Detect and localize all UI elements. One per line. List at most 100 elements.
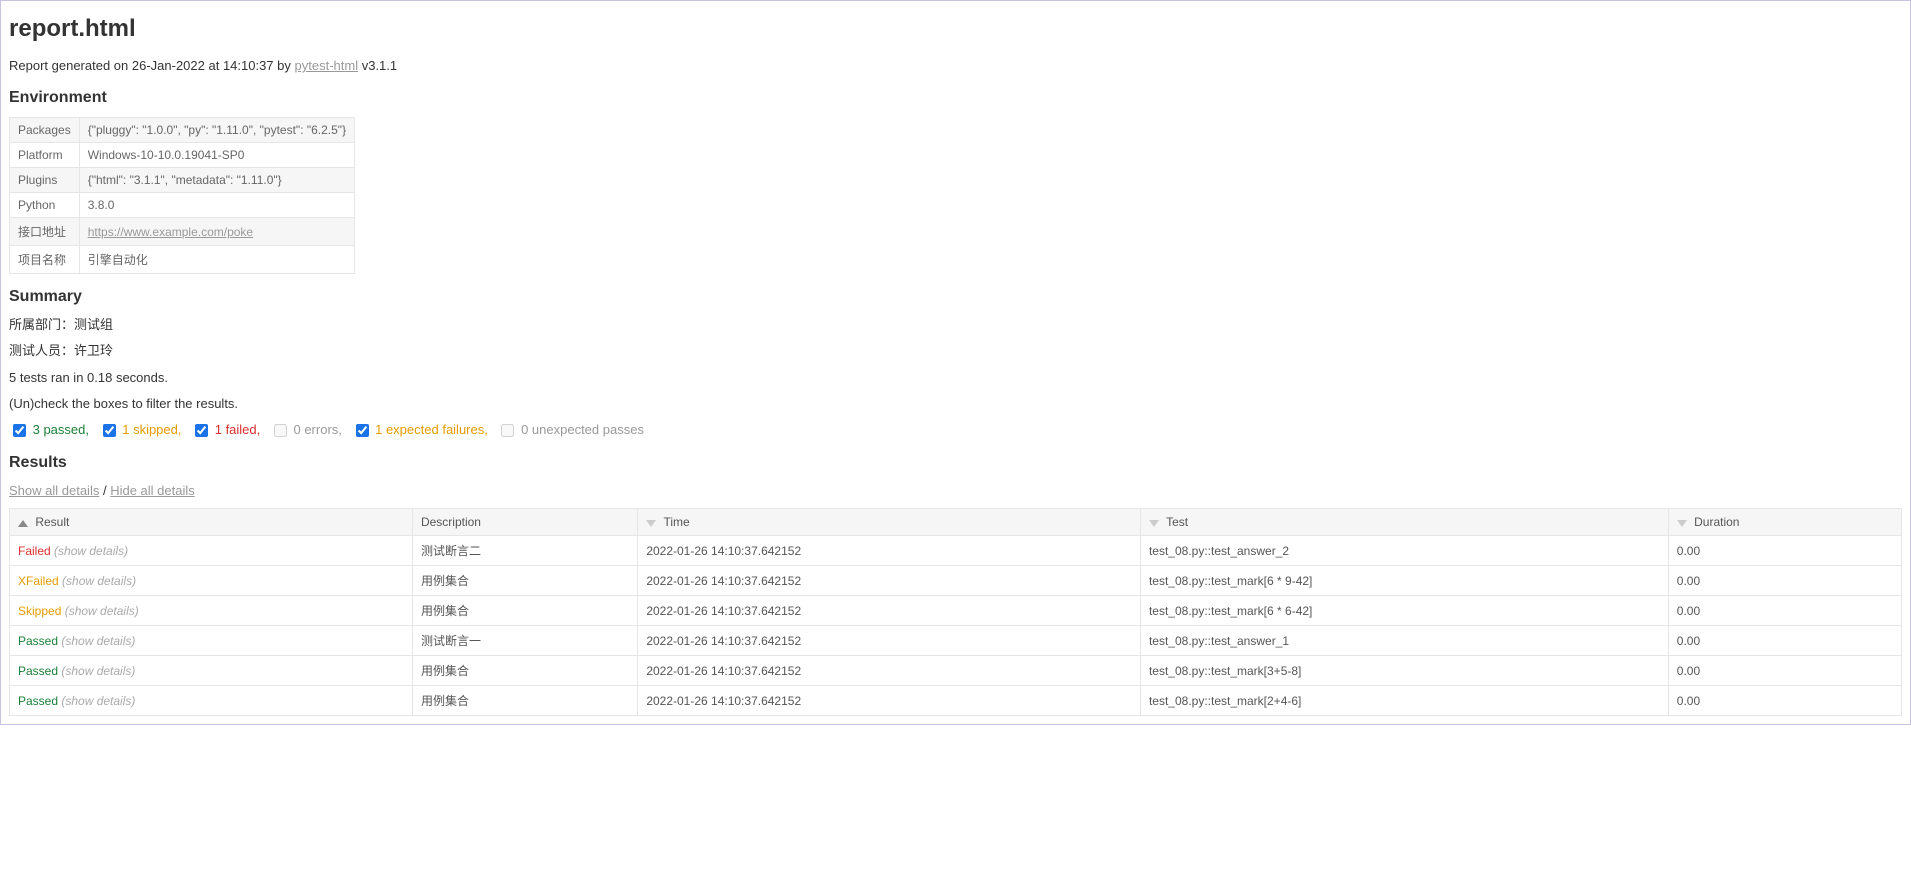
col-duration-label: Duration [1694, 515, 1739, 529]
col-test-label: Test [1166, 515, 1188, 529]
cell-duration: 0.00 [1668, 596, 1901, 626]
page-title: report.html [9, 15, 1902, 43]
cell-result: Passed (show details) [10, 686, 413, 716]
cell-description: 用例集合 [412, 566, 637, 596]
show-details-link[interactable]: (show details) [62, 574, 136, 588]
filter-passed[interactable]: 3 passed, [9, 422, 93, 437]
cell-description: 测试断言二 [412, 536, 637, 566]
filter-failed-checkbox[interactable] [195, 424, 208, 437]
env-key: Plugins [10, 168, 80, 193]
filter-row: 3 passed, 1 skipped, 1 failed, 0 errors,… [9, 421, 1902, 440]
cell-time: 2022-01-26 14:10:37.642152 [638, 536, 1141, 566]
cell-result: Skipped (show details) [10, 596, 413, 626]
hide-all-details-link[interactable]: Hide all details [110, 483, 195, 498]
filter-passed-checkbox[interactable] [13, 424, 26, 437]
filter-errors-label: 0 errors, [290, 422, 346, 437]
generated-on: 26-Jan-2022 at 14:10:37 [132, 58, 274, 73]
env-row: Packages{"pluggy": "1.0.0", "py": "1.11.… [10, 118, 355, 143]
env-key: Python [10, 193, 80, 218]
cell-test: test_08.py::test_mark[3+5-8] [1140, 656, 1668, 686]
filter-skipped[interactable]: 1 skipped, [99, 422, 186, 437]
summary-tests-ran: 5 tests ran in 0.18 seconds. [9, 369, 1902, 387]
environment-table: Packages{"pluggy": "1.0.0", "py": "1.11.… [9, 117, 355, 274]
cell-time: 2022-01-26 14:10:37.642152 [638, 626, 1141, 656]
table-row: Passed (show details)用例集合2022-01-26 14:1… [10, 656, 1902, 686]
report-generated-line: Report generated on 26-Jan-2022 at 14:10… [9, 57, 1902, 75]
show-details-link[interactable]: (show details) [54, 544, 128, 558]
show-details-link[interactable]: (show details) [61, 694, 135, 708]
results-toggle-links: Show all details / Hide all details [9, 482, 1902, 500]
filter-skipped-label: 1 skipped, [119, 422, 186, 437]
show-details-link[interactable]: (show details) [61, 664, 135, 678]
cell-description: 用例集合 [412, 686, 637, 716]
summary-heading: Summary [9, 288, 1902, 306]
cell-test: test_08.py::test_mark[2+4-6] [1140, 686, 1668, 716]
cell-test: test_08.py::test_answer_2 [1140, 536, 1668, 566]
filter-xpassed-checkbox [501, 424, 514, 437]
summary-department: 所属部门：测试组 [9, 316, 1902, 334]
col-time-label: Time [663, 515, 689, 529]
env-row: PlatformWindows-10-10.0.19041-SP0 [10, 143, 355, 168]
sort-desc-icon [646, 520, 656, 527]
environment-heading: Environment [9, 89, 1902, 107]
env-value: 3.8.0 [79, 193, 354, 218]
filter-skipped-checkbox[interactable] [103, 424, 116, 437]
env-row: Python3.8.0 [10, 193, 355, 218]
results-header-row: Result Description Time Test Duration [10, 509, 1902, 536]
env-value: {"pluggy": "1.0.0", "py": "1.11.0", "pyt… [79, 118, 354, 143]
cell-time: 2022-01-26 14:10:37.642152 [638, 596, 1141, 626]
cell-result: Passed (show details) [10, 626, 413, 656]
col-time[interactable]: Time [638, 509, 1141, 536]
env-link[interactable]: https://www.example.com/poke [88, 225, 253, 239]
env-value[interactable]: https://www.example.com/poke [79, 218, 354, 246]
cell-test: test_08.py::test_mark[6 * 9-42] [1140, 566, 1668, 596]
sort-desc-icon [1677, 520, 1687, 527]
table-row: Passed (show details)用例集合2022-01-26 14:1… [10, 686, 1902, 716]
status-label: Skipped [18, 604, 65, 618]
env-key: Platform [10, 143, 80, 168]
filter-xfailed-checkbox[interactable] [356, 424, 369, 437]
col-duration[interactable]: Duration [1668, 509, 1901, 536]
cell-duration: 0.00 [1668, 566, 1901, 596]
show-details-link[interactable]: (show details) [61, 634, 135, 648]
generator-version: v3.1.1 [362, 58, 397, 73]
filter-failed[interactable]: 1 failed, [191, 422, 264, 437]
by-text: by [277, 58, 294, 73]
filter-xfailed[interactable]: 1 expected failures, [352, 422, 492, 437]
filter-xfailed-label: 1 expected failures, [372, 422, 492, 437]
cell-description: 用例集合 [412, 656, 637, 686]
filter-passed-label: 3 passed, [29, 422, 93, 437]
summary-filter-hint: (Un)check the boxes to filter the result… [9, 395, 1902, 413]
cell-duration: 0.00 [1668, 656, 1901, 686]
cell-description: 测试断言一 [412, 626, 637, 656]
cell-duration: 0.00 [1668, 536, 1901, 566]
col-result[interactable]: Result [10, 509, 413, 536]
cell-result: Failed (show details) [10, 536, 413, 566]
filter-errors-checkbox [274, 424, 287, 437]
cell-test: test_08.py::test_answer_1 [1140, 626, 1668, 656]
generator-link[interactable]: pytest-html [295, 58, 359, 73]
cell-time: 2022-01-26 14:10:37.642152 [638, 656, 1141, 686]
cell-time: 2022-01-26 14:10:37.642152 [638, 686, 1141, 716]
col-test[interactable]: Test [1140, 509, 1668, 536]
env-value: {"html": "3.1.1", "metadata": "1.11.0"} [79, 168, 354, 193]
show-details-link[interactable]: (show details) [65, 604, 139, 618]
status-label: Failed [18, 544, 54, 558]
cell-duration: 0.00 [1668, 626, 1901, 656]
table-row: Skipped (show details)用例集合2022-01-26 14:… [10, 596, 1902, 626]
cell-time: 2022-01-26 14:10:37.642152 [638, 566, 1141, 596]
show-all-details-link[interactable]: Show all details [9, 483, 99, 498]
col-description[interactable]: Description [412, 509, 637, 536]
cell-test: test_08.py::test_mark[6 * 6-42] [1140, 596, 1668, 626]
env-row: Plugins{"html": "3.1.1", "metadata": "1.… [10, 168, 355, 193]
status-label: XFailed [18, 574, 62, 588]
filter-xpassed: 0 unexpected passes [497, 422, 643, 437]
table-row: Passed (show details)测试断言一2022-01-26 14:… [10, 626, 1902, 656]
generated-prefix: Report generated on [9, 58, 132, 73]
filter-failed-label: 1 failed, [211, 422, 264, 437]
status-label: Passed [18, 694, 61, 708]
table-row: Failed (show details)测试断言二2022-01-26 14:… [10, 536, 1902, 566]
env-key: 接口地址 [10, 218, 80, 246]
env-value: 引擎自动化 [79, 246, 354, 274]
filter-xpassed-label: 0 unexpected passes [517, 422, 643, 437]
